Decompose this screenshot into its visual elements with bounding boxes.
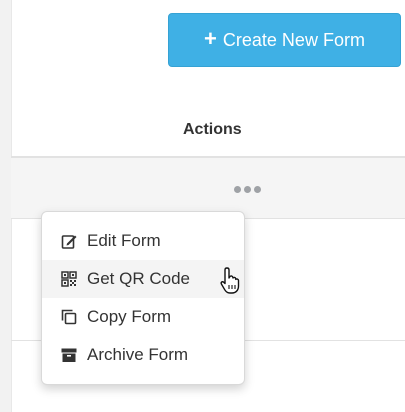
create-new-form-label: Create New Form [222,29,365,50]
copy-icon [60,308,78,326]
more-actions-button[interactable] [234,186,261,193]
menu-item-get-qr-code[interactable]: Get QR Code [42,260,244,298]
actions-column-header: Actions [183,121,242,138]
table-row [11,158,405,219]
menu-item-label: Get QR Code [87,269,190,288]
menu-item-label: Copy Form [87,307,172,326]
hand-pointer-icon [219,266,243,301]
ellipsis-icon [234,186,241,193]
menu-item-edit-form[interactable]: Edit Form [42,222,244,260]
menu-item-label: Archive Form [87,345,189,364]
edit-icon [60,232,78,250]
create-new-form-button[interactable]: + Create New Form [168,13,401,67]
actions-dropdown-menu: Edit Form Get QR Code Copy Form Archive … [41,211,245,385]
menu-item-copy-form[interactable]: Copy Form [42,298,244,336]
menu-item-label: Edit Form [87,231,161,250]
archive-icon [60,346,78,364]
qr-code-icon [60,270,78,288]
menu-item-archive-form[interactable]: Archive Form [42,336,244,374]
plus-icon: + [204,26,217,51]
